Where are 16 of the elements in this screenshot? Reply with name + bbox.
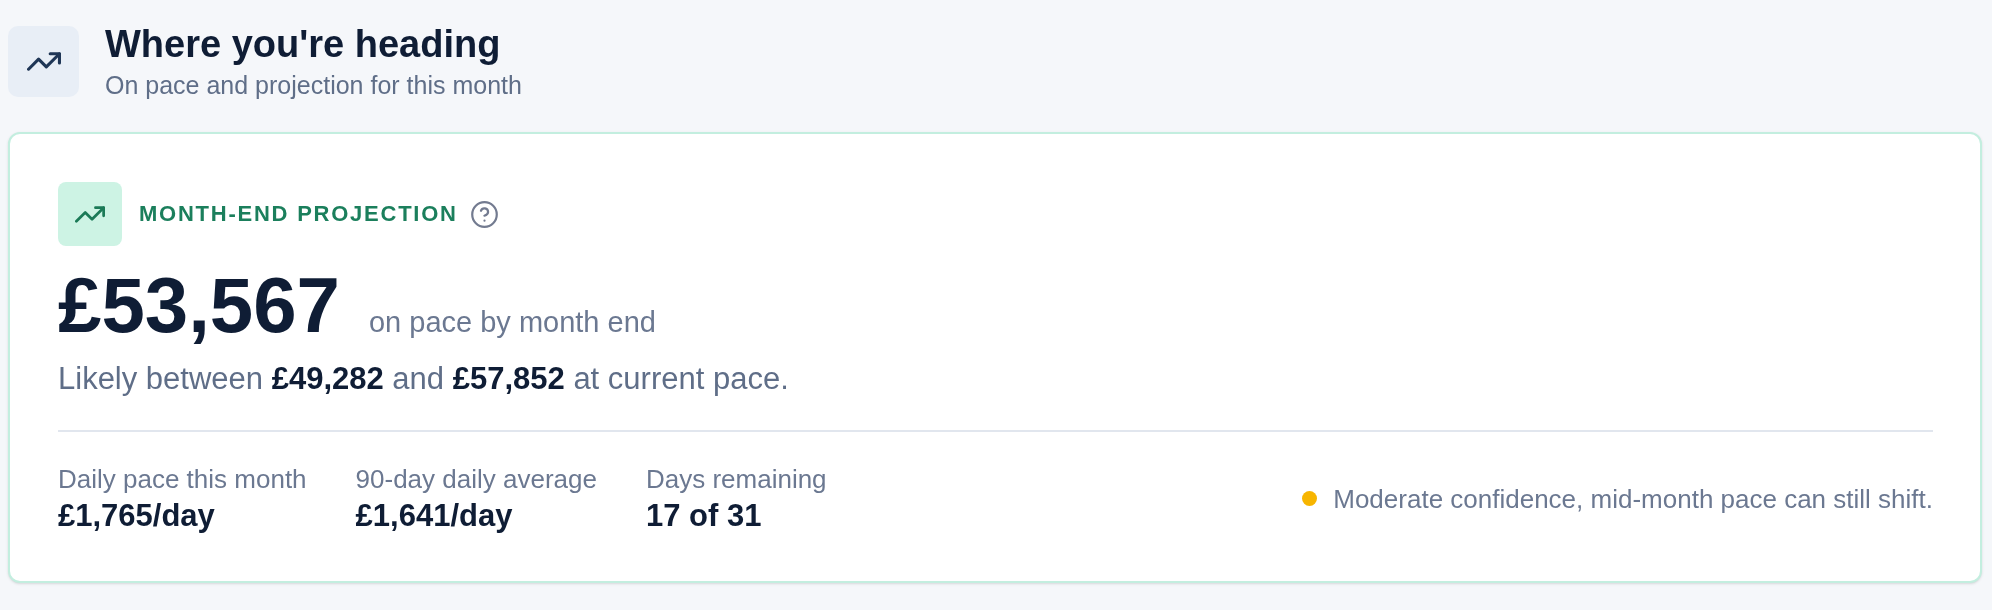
help-icon[interactable] [470, 200, 498, 228]
stat-value: 17 of 31 [645, 498, 763, 534]
stat-label: 90-day daily average [355, 463, 597, 495]
stat-label: Days remaining [645, 463, 827, 495]
section-title: Where you're heading [105, 22, 502, 66]
projected-amount: £53,567 [58, 266, 340, 344]
amount-caption: on pace by month end [368, 308, 656, 337]
stat-label: Daily pace this month [58, 463, 307, 495]
range-text: Likely between £49,282 and £57,852 at current pace. [58, 360, 790, 398]
projection-label: MONTH-END PROJECTION [139, 200, 458, 228]
trend-icon [8, 26, 79, 97]
stat-value: £1,765/day [58, 498, 216, 534]
stat-value: £1,641/day [355, 498, 514, 534]
section-subtitle: On pace and projection for this month [105, 70, 522, 101]
confidence-note: Moderate confidence, mid-month pace can still shift. [1333, 482, 1933, 515]
trend-icon [58, 182, 122, 246]
